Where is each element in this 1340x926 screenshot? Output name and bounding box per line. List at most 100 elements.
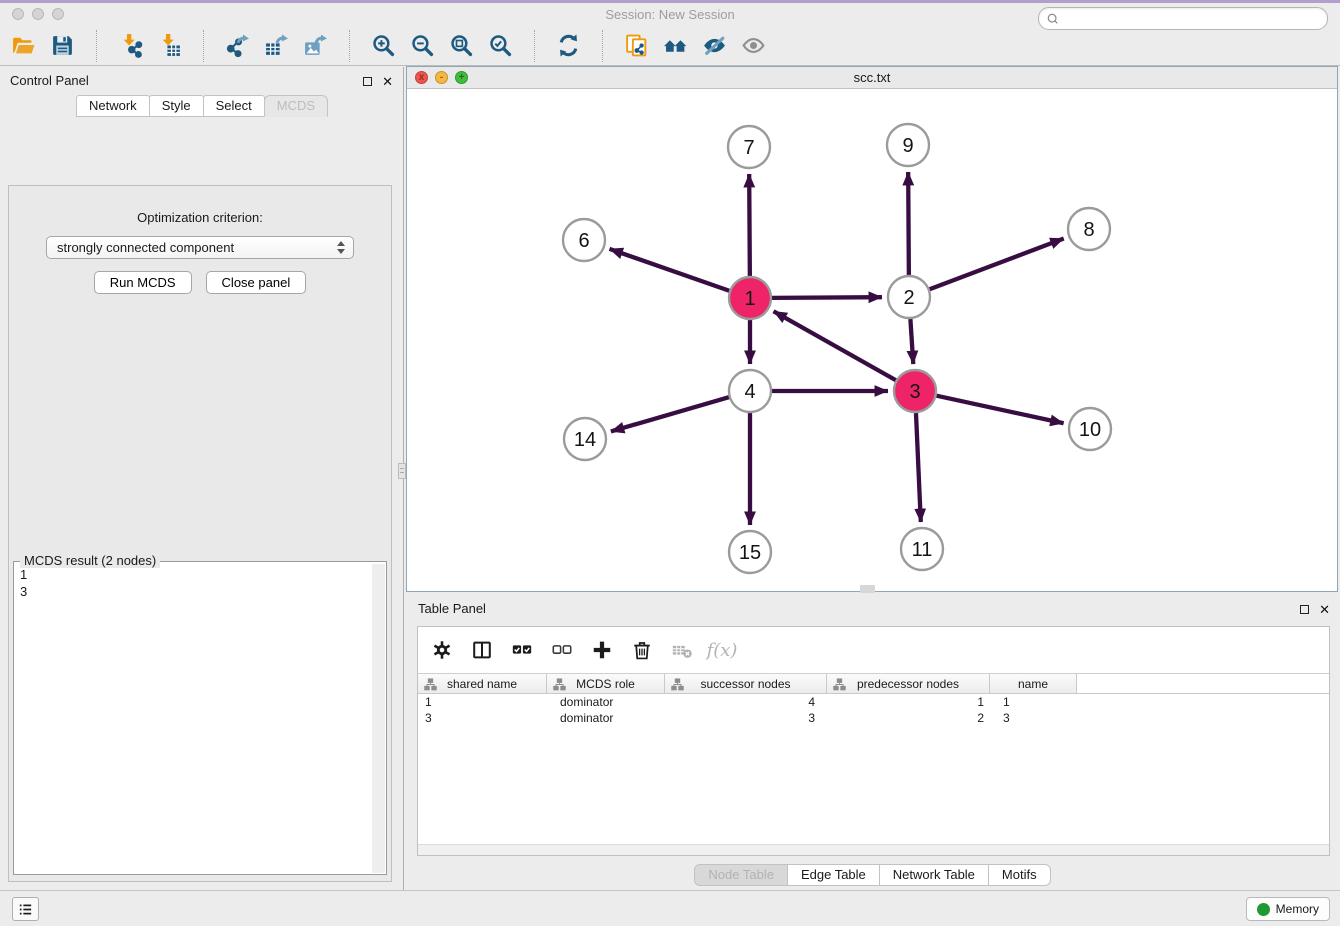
graph-node-7[interactable]: 7 [728,126,770,168]
tab-mcds[interactable]: MCDS [264,95,328,117]
column-type-icon [424,678,437,691]
graph-node-10[interactable]: 10 [1069,408,1111,450]
zoom-fit-icon[interactable] [448,32,475,59]
minimize-view-icon[interactable]: - [435,71,448,84]
graph-node-9[interactable]: 9 [887,124,929,166]
memory-status-icon [1257,903,1270,916]
zoom-selected-icon[interactable] [487,32,514,59]
toolbar-search[interactable] [1038,7,1328,30]
tab-node-table[interactable]: Node Table [694,864,788,886]
table-settings-icon[interactable] [430,638,454,662]
export-image-icon[interactable] [302,32,329,59]
search-input[interactable] [1060,10,1327,28]
graph-edge-1-6[interactable] [609,249,729,291]
close-window-icon[interactable] [12,8,24,20]
import-network-icon[interactable] [117,32,144,59]
graph-node-2[interactable]: 2 [888,276,930,318]
horizontal-splitter-handle[interactable] [860,585,875,593]
graph-node-3[interactable]: 3 [894,370,936,412]
apply-layout-icon[interactable] [555,32,582,59]
maximize-view-icon[interactable]: + [455,71,468,84]
delete-rows-icon[interactable] [630,638,654,662]
save-session-icon[interactable] [49,32,76,59]
control-panel-title: Control Panel [10,73,89,88]
table-panel-header: Table Panel ✕ [406,595,1340,623]
network-window-titlebar: x - + scc.txt [407,67,1337,89]
show-all-icon[interactable] [740,32,767,59]
close-panel-icon[interactable]: ✕ [382,77,393,86]
mcds-result-box: MCDS result (2 nodes) 13 [13,561,387,875]
add-column-icon[interactable] [590,638,614,662]
zoom-out-icon[interactable] [409,32,436,59]
duplicate-network-icon[interactable] [623,32,650,59]
tab-network[interactable]: Network [76,95,150,117]
graph-node-11[interactable]: 11 [901,528,943,570]
run-mcds-button[interactable]: Run MCDS [94,271,192,294]
table-toolbar: f(x) [418,627,1329,673]
graph-node-14[interactable]: 14 [564,418,606,460]
close-table-panel-icon[interactable]: ✕ [1319,605,1330,614]
maximize-window-icon[interactable] [52,8,64,20]
graph-node-15[interactable]: 15 [729,531,771,573]
export-network-icon[interactable] [224,32,251,59]
zoom-in-icon[interactable] [370,32,397,59]
cell-predecessor-nodes: 1 [827,694,990,710]
export-table-icon[interactable] [263,32,290,59]
graph-edge-3-11[interactable] [916,413,921,522]
graph-edge-3-10[interactable] [936,396,1063,424]
deselect-all-icon[interactable] [550,638,574,662]
graph-edge-4-14[interactable] [611,397,729,431]
table-horizontal-scrollbar[interactable] [418,844,1329,855]
float-table-panel-icon[interactable] [1300,605,1309,614]
control-panel-header: Control Panel ✕ [0,67,403,95]
table-panel-title: Table Panel [418,601,486,616]
table-row[interactable]: 1dominator411 [418,694,1329,710]
minimize-window-icon[interactable] [32,8,44,20]
column-header-name[interactable]: name [990,674,1077,693]
status-bar: Memory [0,890,1340,926]
float-panel-icon[interactable] [363,77,372,86]
graph-edge-2-9[interactable] [908,172,909,275]
graph-edge-2-8[interactable] [930,239,1064,290]
first-neighbors-icon[interactable] [662,32,689,59]
tab-motifs[interactable]: Motifs [988,864,1051,886]
result-scrollbar[interactable] [372,564,385,873]
column-header-MCDS-role[interactable]: MCDS role [547,674,665,693]
table-row[interactable]: 3dominator323 [418,710,1329,726]
column-header-predecessor-nodes[interactable]: predecessor nodes [827,674,990,693]
graph-edge-2-3[interactable] [910,319,913,364]
memory-button[interactable]: Memory [1246,897,1330,921]
hide-selected-icon[interactable] [701,32,728,59]
optimization-criterion-select[interactable]: strongly connected component [46,236,354,259]
show-columns-icon[interactable] [470,638,494,662]
close-view-icon[interactable]: x [415,71,428,84]
close-panel-button[interactable]: Close panel [206,271,307,294]
open-file-icon[interactable] [10,32,37,59]
search-icon [1046,12,1060,26]
import-table-icon[interactable] [156,32,183,59]
column-type-icon [833,678,846,691]
window-traffic-lights [12,8,64,20]
tab-style[interactable]: Style [149,95,204,117]
delete-table-icon [670,638,694,662]
graph-edge-1-2[interactable] [772,297,882,298]
column-header-shared-name[interactable]: shared name [418,674,547,693]
graph-edge-3-1[interactable] [774,311,896,380]
graph-edge-1-7[interactable] [749,174,750,276]
tab-select[interactable]: Select [203,95,265,117]
graph-node-4[interactable]: 4 [729,370,771,412]
select-all-icon[interactable] [510,638,534,662]
cell-shared-name: 3 [418,710,547,726]
tab-edge-table[interactable]: Edge Table [787,864,880,886]
graph-node-8[interactable]: 8 [1068,208,1110,250]
vertical-splitter-handle[interactable] [398,463,406,479]
graph-node-6[interactable]: 6 [563,219,605,261]
fx-icon: f(x) [710,638,734,662]
mcds-result-text[interactable]: 13 [14,562,386,604]
graph-node-1[interactable]: 1 [729,277,771,319]
show-panels-button[interactable] [12,897,39,921]
table-header-row: shared name MCDS role successor nodes pr… [418,673,1329,694]
tab-network-table[interactable]: Network Table [879,864,989,886]
network-graph-canvas[interactable]: 7 9 6 8 1 2 4 3 14 10 15 11 [407,90,1336,591]
column-header-successor-nodes[interactable]: successor nodes [665,674,827,693]
